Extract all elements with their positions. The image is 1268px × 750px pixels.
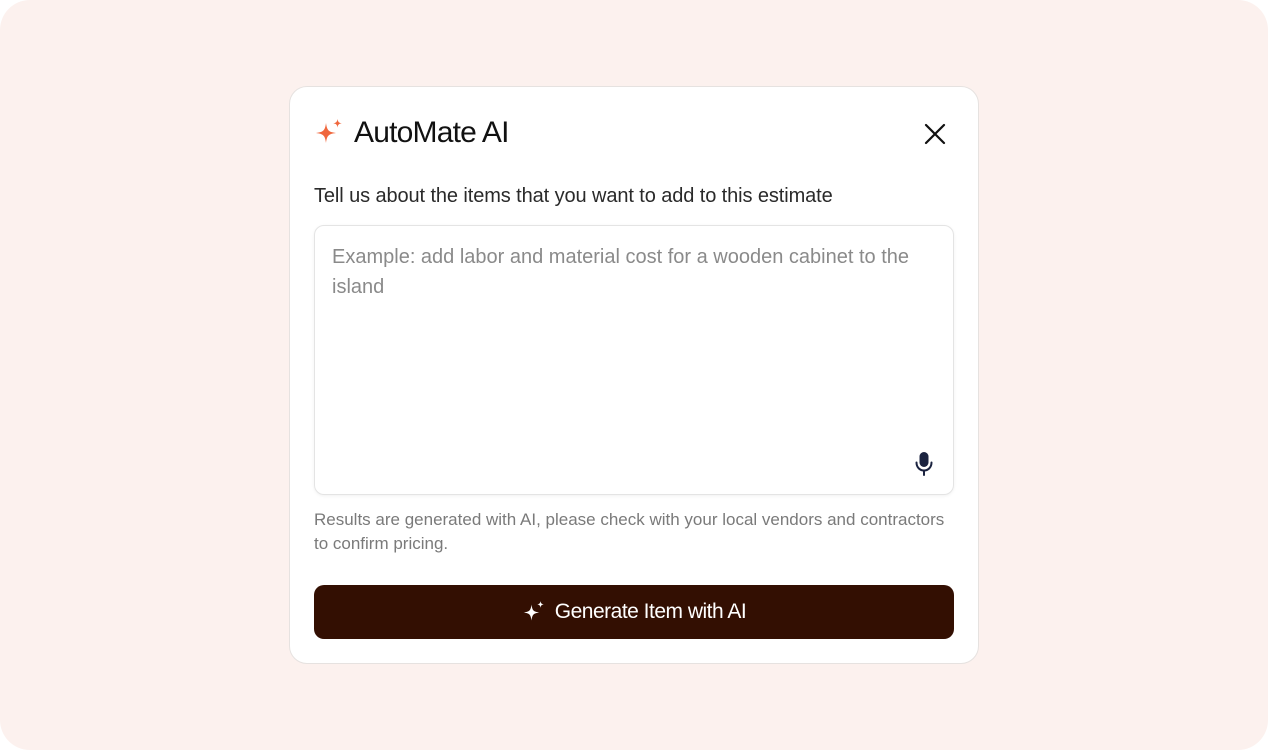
microphone-icon	[915, 452, 933, 476]
close-button[interactable]	[920, 119, 950, 149]
dialog-header: AutoMate AI	[314, 115, 509, 151]
prompt-input[interactable]	[315, 226, 953, 494]
page-backdrop: AutoMate AI Tell us about the items that…	[0, 0, 1268, 750]
prompt-label: Tell us about the items that you want to…	[314, 185, 833, 207]
generate-item-button[interactable]: Generate Item with AI	[314, 585, 954, 639]
ai-disclaimer: Results are generated with AI, please ch…	[314, 510, 945, 553]
sparkle-icon	[523, 601, 544, 621]
generate-item-button-label: Generate Item with AI	[554, 600, 747, 623]
microphone-button[interactable]	[913, 450, 935, 478]
close-icon	[924, 123, 946, 145]
automate-ai-dialog: AutoMate AI Tell us about the items that…	[289, 86, 979, 664]
sparkle-icon	[316, 119, 342, 143]
prompt-input-container	[314, 225, 954, 495]
dialog-title: AutoMate AI	[354, 116, 509, 149]
